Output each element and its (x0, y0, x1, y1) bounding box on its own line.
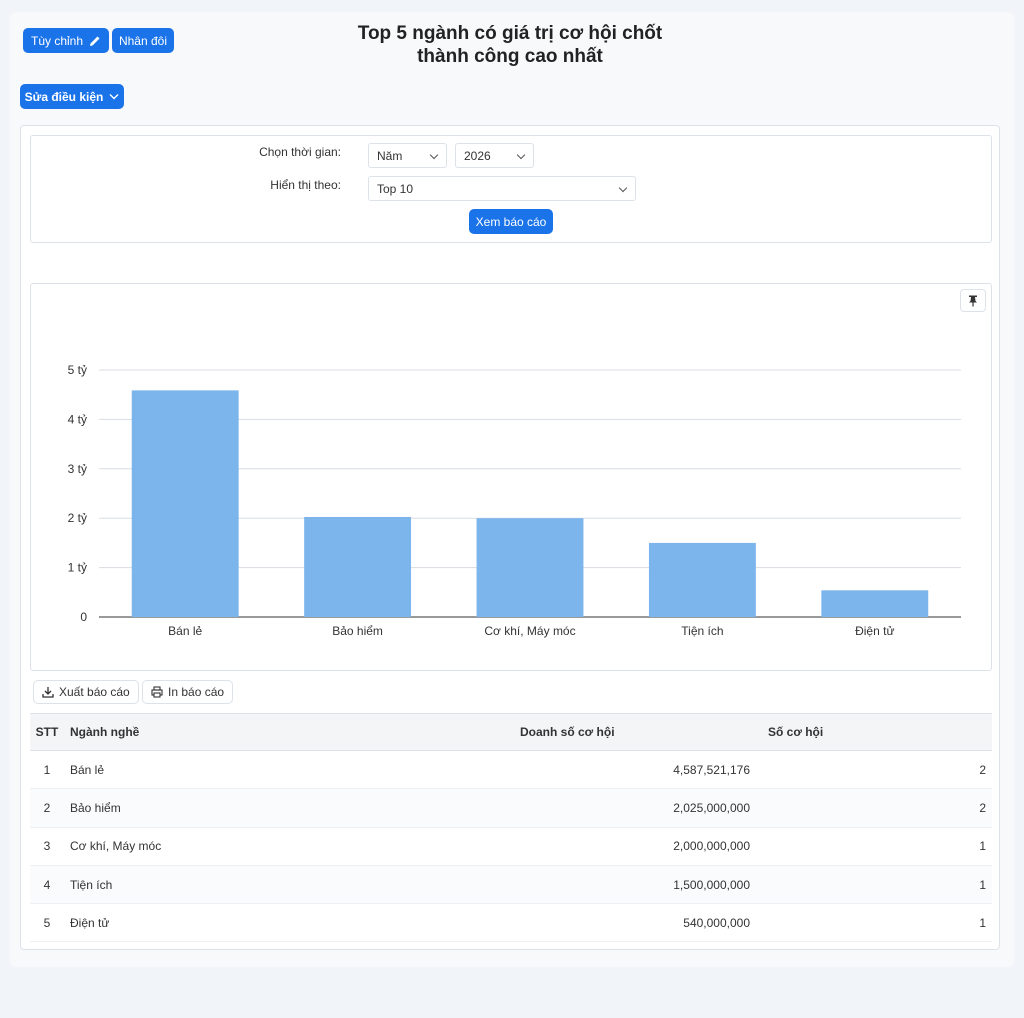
y-tick-label: 2 tỷ (68, 511, 87, 525)
y-tick-label: 4 tỷ (68, 412, 87, 426)
customize-label: Tùy chỉnh (30, 33, 84, 48)
pencil-icon (90, 36, 100, 46)
chevron-down-icon (618, 183, 628, 193)
header-industry: Ngành nghề (70, 725, 140, 739)
cell-industry: Điện tử (70, 915, 110, 930)
printer-icon (151, 686, 163, 698)
table-row: 2 Bảo hiểm 2,025,000,000 2 (30, 788, 992, 828)
cell-revenue: 4,587,521,176 (673, 762, 750, 777)
view-report-label: Xem báo cáo (475, 214, 547, 229)
period-select[interactable]: Năm (368, 143, 447, 168)
view-report-button[interactable]: Xem báo cáo (469, 209, 553, 234)
y-tick-label: 0 (80, 610, 87, 624)
header-stt: STT (35, 725, 59, 739)
bar-5 (821, 590, 929, 617)
display-select[interactable]: Top 10 (368, 176, 636, 201)
export-report-button[interactable]: Xuất báo cáo (33, 680, 139, 704)
edit-conditions-label: Sửa điều kiện (24, 89, 104, 104)
report-card: Chọn thời gian: Năm 2026 Hiển thị theo: … (20, 125, 1000, 950)
table-row: 1 Bán lẻ 4,587,521,176 2 (30, 751, 992, 789)
display-value: Top 10 (377, 181, 414, 196)
chevron-down-icon (429, 150, 439, 160)
display-label: Hiển thị theo: (270, 178, 341, 192)
filter-panel: Chọn thời gian: Năm 2026 Hiển thị theo: … (30, 135, 992, 243)
cell-count: 1 (979, 915, 986, 930)
cell-count: 2 (979, 800, 986, 815)
chevron-down-icon (516, 150, 526, 160)
cell-revenue: 1,500,000,000 (673, 877, 750, 892)
cell-count: 1 (979, 839, 986, 854)
cell-stt: 5 (43, 915, 51, 930)
table-row: 4 Tiện ích 1,500,000,000 1 (30, 865, 992, 904)
year-select[interactable]: 2026 (455, 143, 534, 168)
y-tick-label: 1 tỷ (68, 561, 87, 575)
chart-panel: 0 1 tỷ 2 tỷ 3 tỷ 4 tỷ 5 tỷ Bán lẻ Bảo hiểm Cơ kh… (30, 283, 992, 671)
cell-stt: 1 (43, 762, 51, 777)
edit-conditions-button[interactable]: Sửa điều kiện (20, 84, 124, 109)
bar-1 (131, 390, 239, 617)
table-row: 3 Cơ khí, Máy móc 2,000,000,000 1 (30, 827, 992, 866)
cell-stt: 3 (43, 839, 51, 854)
cell-count: 2 (979, 762, 986, 777)
download-icon (42, 687, 54, 698)
bar-3 (476, 518, 584, 617)
y-tick-label: 3 tỷ (68, 462, 87, 476)
cell-count: 1 (979, 877, 986, 892)
customize-button[interactable]: Tùy chỉnh (23, 28, 109, 53)
y-tick-label: 5 tỷ (68, 363, 87, 377)
x-tick-label: Cơ khí, Máy móc (484, 624, 575, 638)
report-table: STT Ngành nghề Doanh số cơ hội Số cơ hội… (30, 713, 992, 942)
cell-stt: 2 (43, 800, 51, 815)
cell-revenue: 2,025,000,000 (673, 800, 750, 815)
x-tick-label: Bán lẻ (168, 624, 202, 638)
print-report-button[interactable]: In báo cáo (142, 680, 234, 704)
table-row: 5 Điện tử 540,000,000 1 (30, 904, 992, 942)
x-tick-label: Bảo hiểm (332, 624, 383, 638)
title-line-1: Top 5 ngành có giá trị cơ hội chốt (357, 23, 663, 44)
bar-4 (648, 542, 756, 617)
year-value: 2026 (464, 148, 491, 163)
cell-revenue: 540,000,000 (683, 915, 750, 930)
header-count: Số cơ hội (768, 725, 824, 739)
cell-industry: Tiện ích (70, 877, 113, 892)
bar-chart: 0 1 tỷ 2 tỷ 3 tỷ 4 tỷ 5 tỷ Bán lẻ Bảo hiểm Cơ kh… (68, 363, 961, 638)
export-report-label: Xuất báo cáo (59, 685, 130, 699)
page-title: Top 5 ngành có giá trị cơ hội chốt thành… (300, 22, 720, 68)
cell-industry: Bán lẻ (70, 762, 105, 777)
duplicate-button[interactable]: Nhân đôi (112, 28, 174, 53)
print-report-label: In báo cáo (168, 685, 225, 699)
table-header-row: STT Ngành nghề Doanh số cơ hội Số cơ hội (30, 713, 992, 751)
time-label: Chọn thời gian: (259, 145, 341, 159)
cell-revenue: 2,000,000,000 (673, 839, 750, 854)
cell-stt: 4 (43, 877, 51, 892)
cell-industry: Cơ khí, Máy móc (70, 839, 162, 854)
x-tick-label: Điện tử (855, 624, 894, 638)
header-revenue: Doanh số cơ hội (520, 725, 615, 739)
period-value: Năm (377, 148, 403, 163)
bar-2 (304, 516, 412, 617)
cell-industry: Bảo hiểm (70, 800, 121, 815)
duplicate-label: Nhân đôi (118, 33, 168, 48)
chevron-down-icon (109, 94, 119, 100)
x-tick-label: Tiện ích (681, 624, 723, 638)
title-line-2: thành công cao nhất (417, 46, 603, 67)
